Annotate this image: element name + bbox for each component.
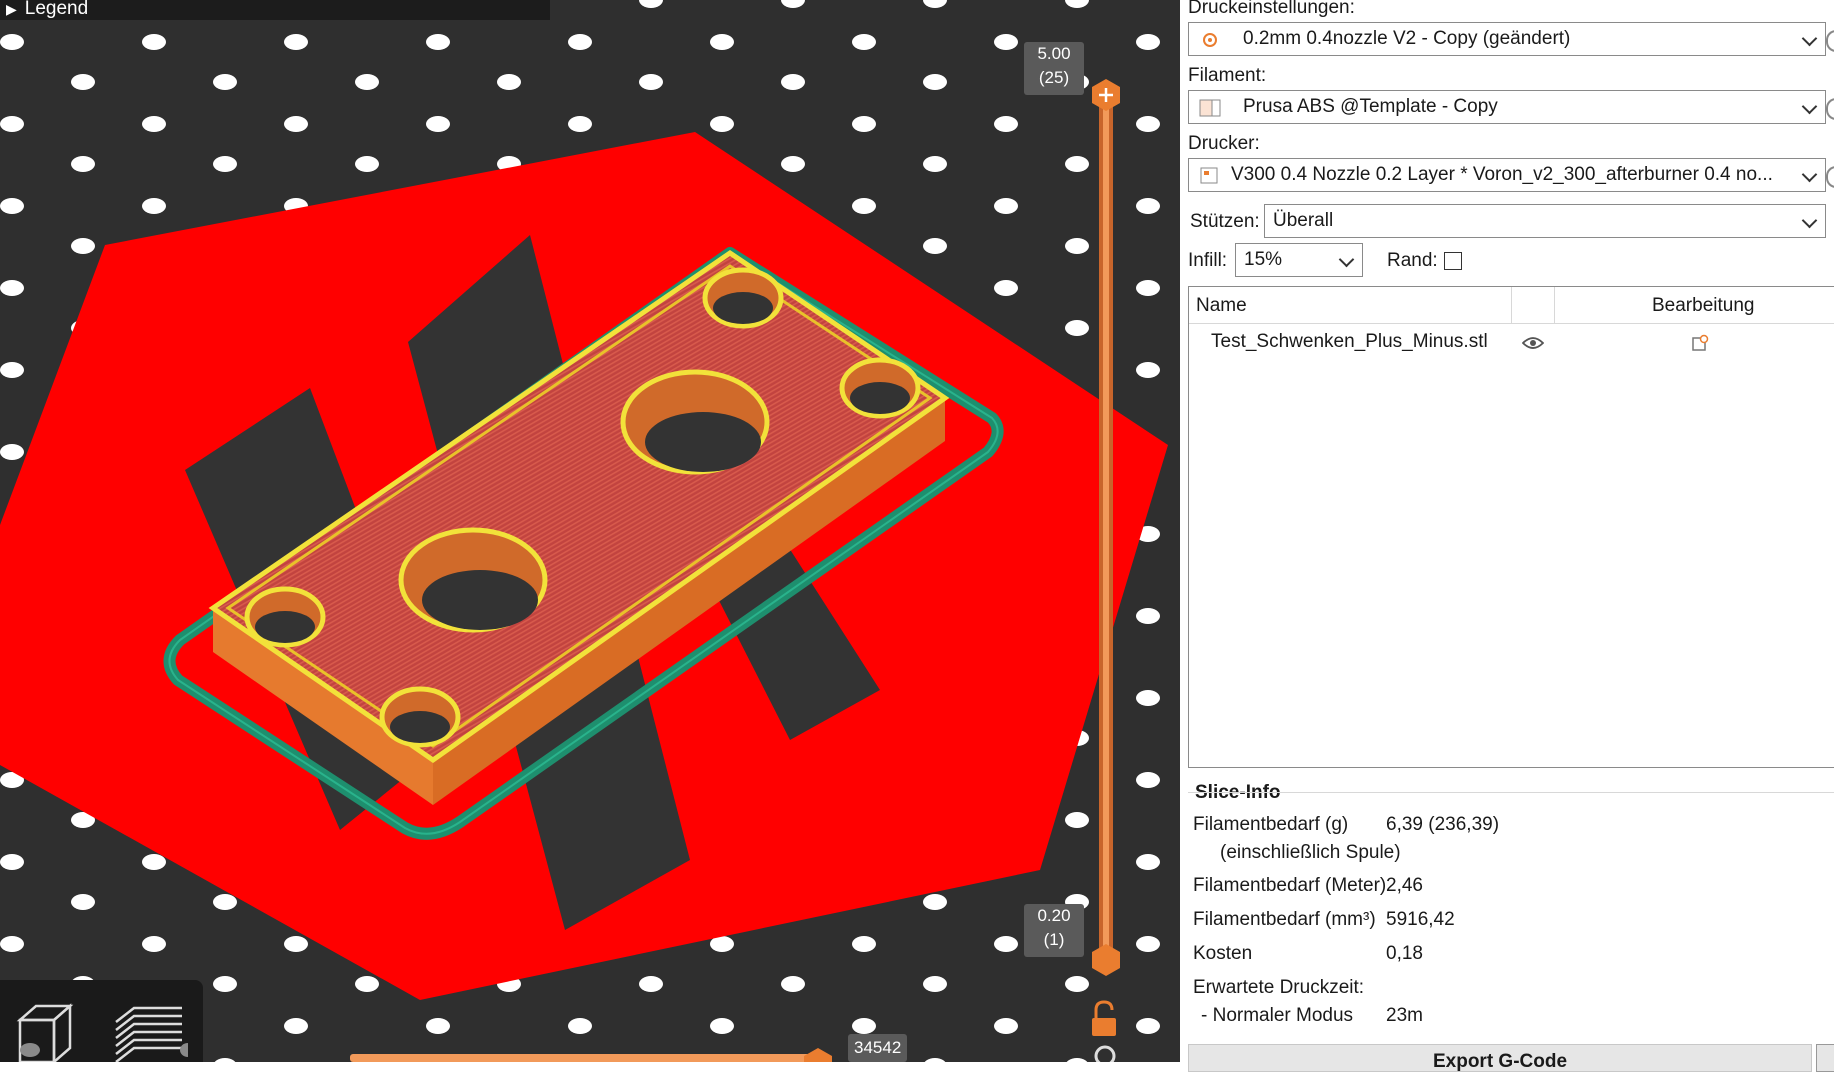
list-item[interactable]: Test_Schwenken_Plus_Minus.stl xyxy=(1189,327,1834,361)
move-count-readout: 34542 xyxy=(848,1034,908,1062)
supports-value: Überall xyxy=(1273,210,1334,231)
print-settings-label: Druckeinstellungen: xyxy=(1188,0,1355,18)
info-label-cost: Kosten xyxy=(1193,943,1253,964)
object-name: Test_Schwenken_Plus_Minus.stl xyxy=(1211,331,1488,352)
printer-label: Drucker: xyxy=(1188,133,1260,154)
info-label-filament-m: Filamentbedarf (Meter) xyxy=(1193,875,1387,896)
settings-edit-icon[interactable] xyxy=(1691,334,1709,352)
printer-combo[interactable]: V300 0.4 Nozzle 0.2 Layer * Voron_v2_300… xyxy=(1188,158,1826,192)
column-edit[interactable]: Bearbeitung xyxy=(1652,295,1754,317)
object-list-header: Name Bearbeitung xyxy=(1189,287,1834,324)
edit-printer-icon[interactable] xyxy=(1826,166,1834,188)
info-value-filament-m: 2,46 xyxy=(1386,875,1423,896)
info-label-filament-mm3: Filamentbedarf (mm³) xyxy=(1193,909,1376,930)
printer-icon xyxy=(1200,167,1218,184)
layer-bottom-height: 0.20 xyxy=(1037,906,1071,925)
view-mode-toolbar xyxy=(0,980,203,1062)
chevron-down-icon xyxy=(1801,98,1818,115)
export-gcode-button[interactable]: Export G-Code xyxy=(1188,1044,1812,1072)
supports-label: Stützen: xyxy=(1190,211,1260,232)
filament-label: Filament: xyxy=(1188,65,1267,86)
vertical-layer-slider[interactable] xyxy=(1099,95,1113,957)
info-value-filament-g: 6,39 (236,39) xyxy=(1386,814,1500,835)
layer-top-readout: 5.00 (25) xyxy=(1024,42,1084,95)
info-value-filament-mm3: 5916,42 xyxy=(1386,909,1455,930)
info-label-print-time: Erwartete Druckzeit: xyxy=(1193,977,1365,998)
legend-toggle[interactable]: ▶ Legend xyxy=(0,0,550,20)
expand-arrow-icon: ▶ xyxy=(6,1,17,17)
chevron-down-icon xyxy=(1801,30,1818,47)
chevron-down-icon xyxy=(1338,251,1355,268)
infill-value: 15% xyxy=(1244,249,1283,270)
column-name[interactable]: Name xyxy=(1196,295,1247,317)
infill-combo[interactable]: 15% xyxy=(1235,243,1363,277)
print-settings-gear-icon xyxy=(1203,33,1217,47)
filament-color-icon xyxy=(1199,99,1221,117)
printer-value: V300 0.4 Nozzle 0.2 Layer * Voron_v2_300… xyxy=(1231,164,1773,185)
eye-icon[interactable] xyxy=(1522,336,1544,350)
brim-label: Rand: xyxy=(1387,250,1438,271)
settings-sidebar: Druckeinstellungen: 0.2mm 0.4nozzle V2 -… xyxy=(1180,0,1834,1072)
info-label-filament-g: Filamentbedarf (g) xyxy=(1193,814,1349,835)
infill-label: Infill: xyxy=(1188,250,1228,271)
layer-bottom-index: (1) xyxy=(1043,930,1065,949)
filament-value: Prusa ABS @Template - Copy xyxy=(1243,96,1498,117)
gcode-preview-scene[interactable] xyxy=(0,0,1180,1062)
info-label-spool: (einschließlich Spule) xyxy=(1220,842,1401,863)
layer-top-height: 5.00 xyxy=(1037,44,1071,63)
info-value-normal-mode: 23m xyxy=(1386,1005,1423,1026)
supports-combo[interactable]: Überall xyxy=(1264,204,1826,238)
edit-filament-icon[interactable] xyxy=(1826,98,1834,120)
3d-viewport[interactable]: ▶ Legend 5.00 (25) 0.20 (1) 34542 xyxy=(0,0,1180,1062)
layers-icon[interactable] xyxy=(108,992,196,1062)
chevron-down-icon xyxy=(1801,212,1818,229)
slice-info-panel: Filamentbedarf (g) 6,39 (236,39) (einsch… xyxy=(1188,792,1834,1045)
filament-combo[interactable]: Prusa ABS @Template - Copy xyxy=(1188,90,1826,124)
edit-preset-icon[interactable] xyxy=(1826,30,1834,52)
object-list[interactable]: Name Bearbeitung Test_Schwenken_Plus_Min… xyxy=(1188,286,1834,768)
print-settings-value: 0.2mm 0.4nozzle V2 - Copy (geändert) xyxy=(1243,28,1571,49)
layer-bottom-readout: 0.20 (1) xyxy=(1024,904,1084,957)
send-to-printer-button[interactable] xyxy=(1816,1044,1834,1072)
print-settings-combo[interactable]: 0.2mm 0.4nozzle V2 - Copy (geändert) xyxy=(1188,22,1826,56)
cube-icon[interactable] xyxy=(10,992,90,1062)
info-label-normal-mode: - Normaler Modus xyxy=(1201,1005,1354,1026)
chevron-down-icon xyxy=(1801,166,1818,183)
info-value-cost: 0,18 xyxy=(1386,943,1423,964)
legend-label: Legend xyxy=(24,0,89,19)
brim-checkbox[interactable] xyxy=(1444,252,1462,270)
layer-top-index: (25) xyxy=(1038,68,1070,87)
